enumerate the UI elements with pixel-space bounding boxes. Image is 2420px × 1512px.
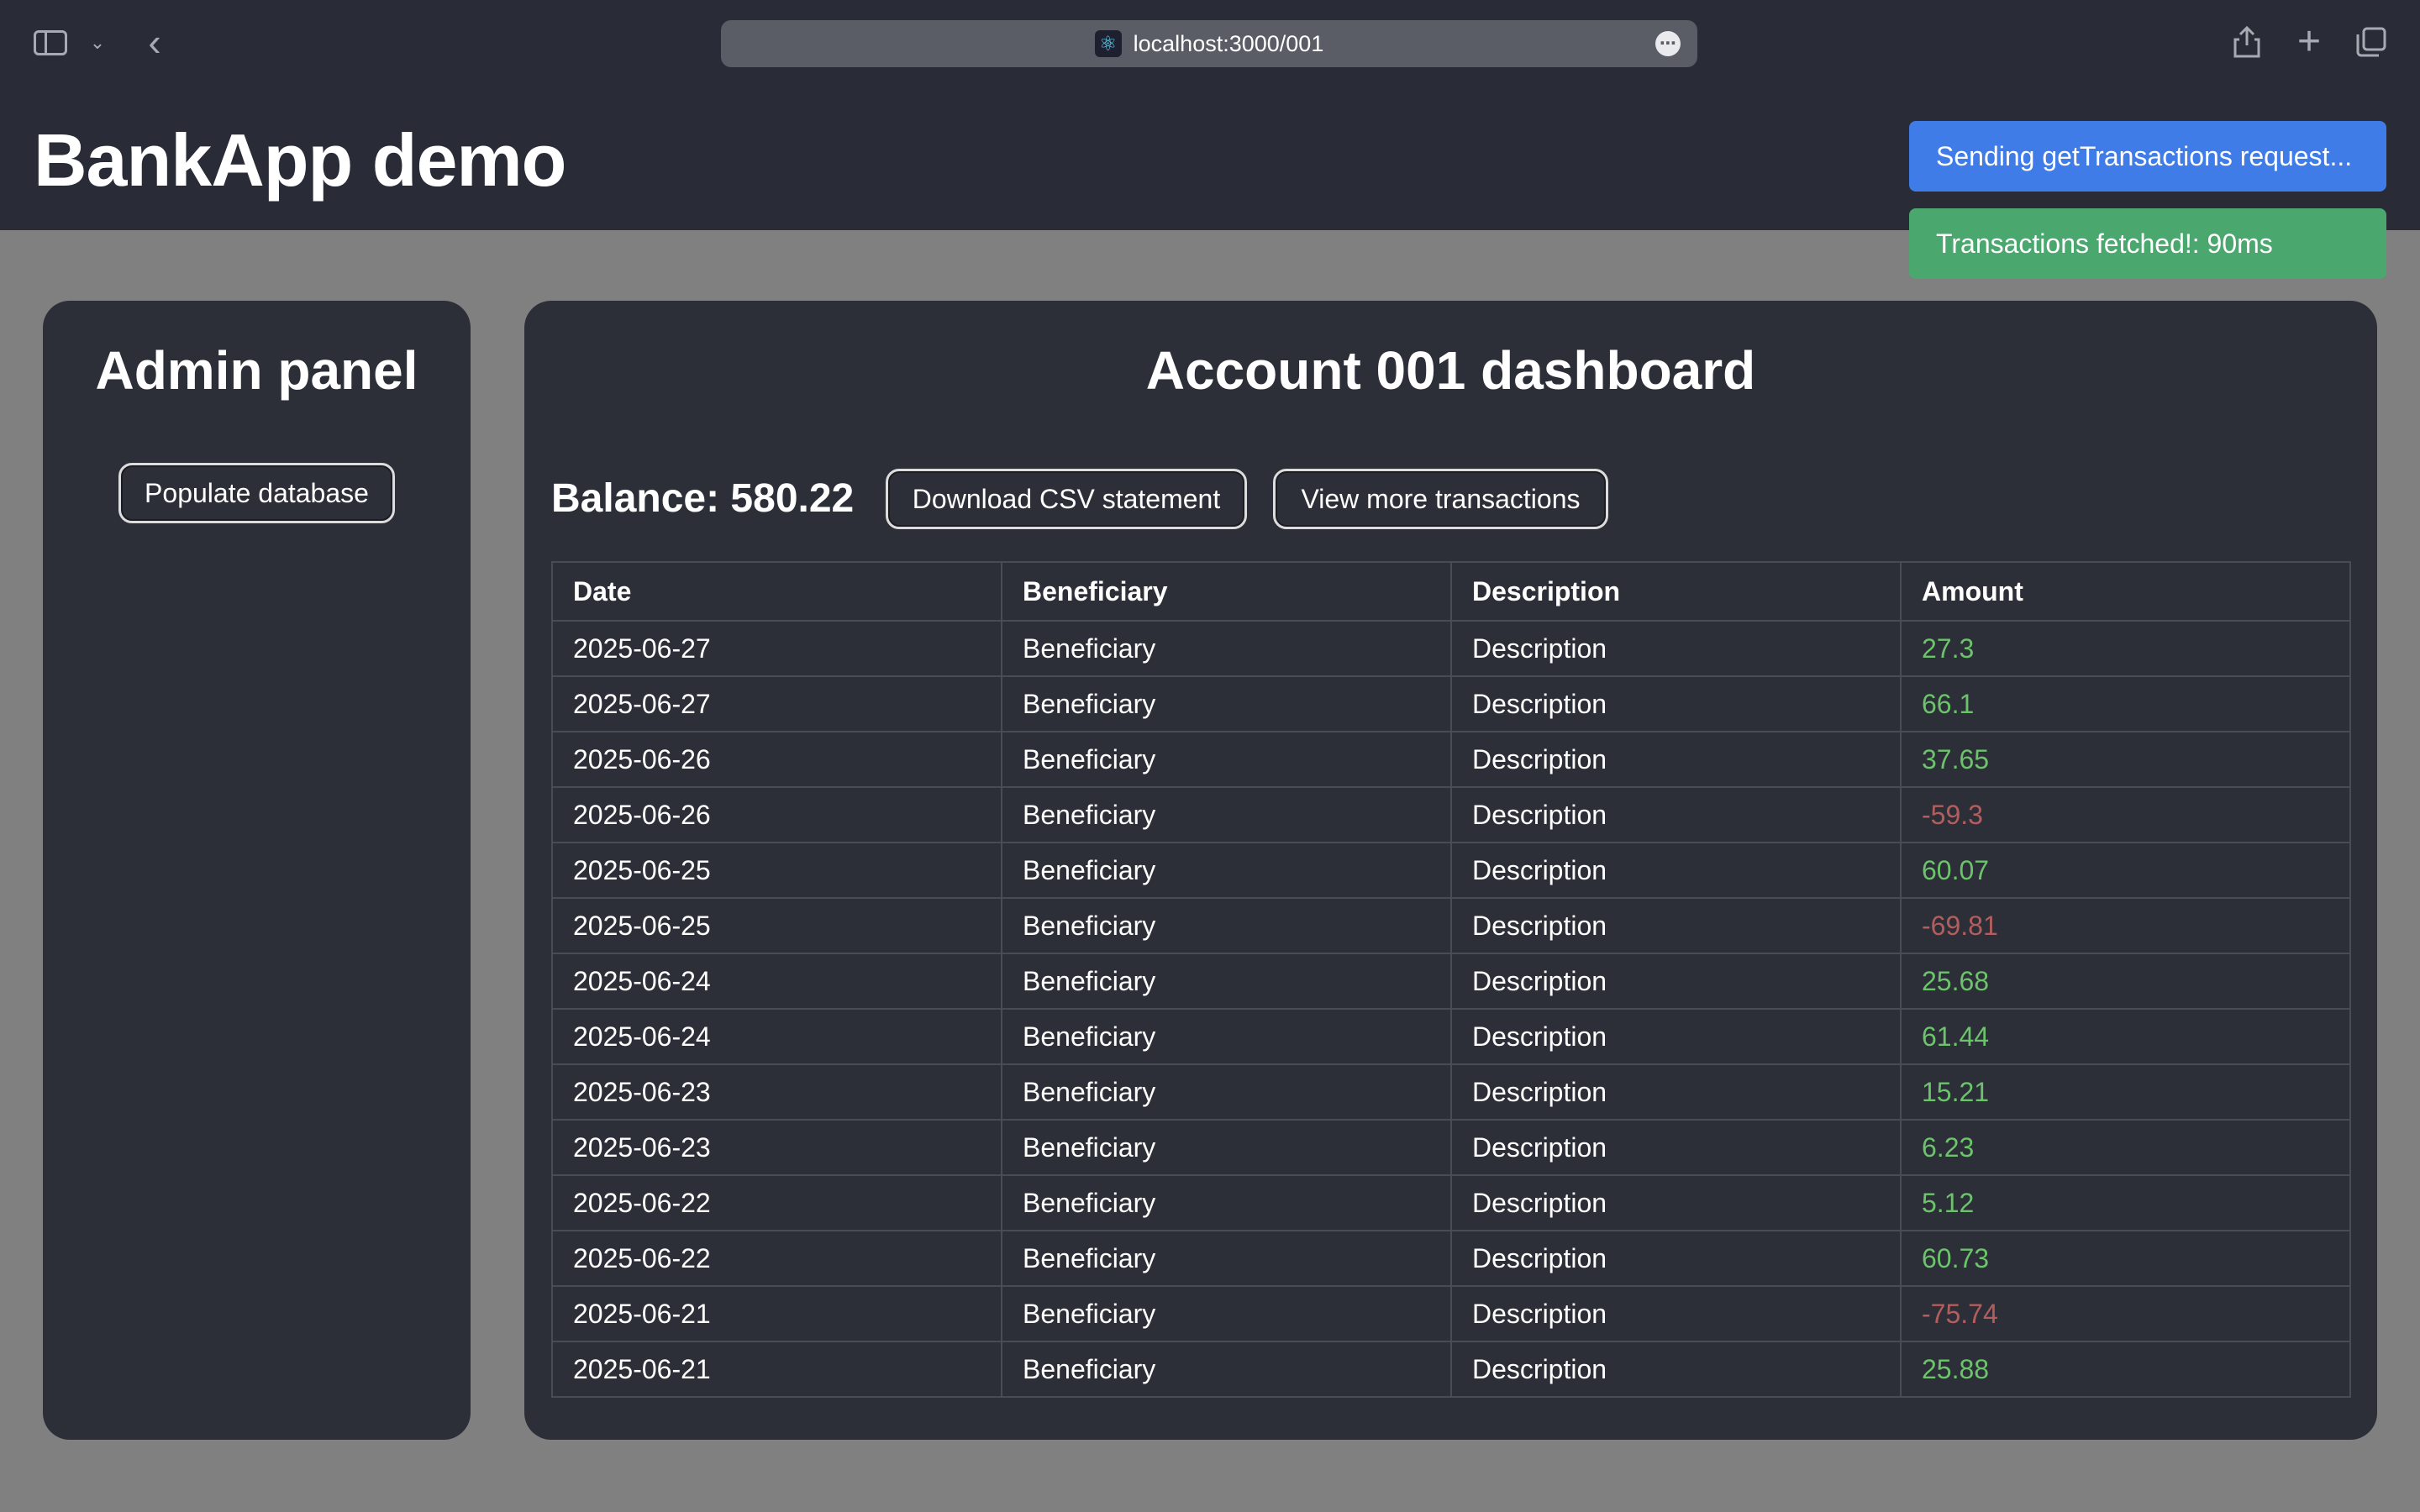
cell-description: Description	[1450, 1230, 1902, 1287]
cell-description: Description	[1450, 1285, 1902, 1342]
browser-toolbar: ⌄ ‹ ⚛ localhost:3000/001 ⋯ +	[0, 0, 2420, 87]
cell-beneficiary: Beneficiary	[1001, 953, 1452, 1010]
cell-beneficiary: Beneficiary	[1001, 620, 1452, 677]
cell-date: 2025-06-23	[551, 1063, 1002, 1121]
cell-amount: 6.23	[1900, 1119, 2351, 1176]
cell-description: Description	[1450, 731, 1902, 788]
cell-date: 2025-06-21	[551, 1341, 1002, 1398]
table-row: 2025-06-21 Beneficiary Description 25.88	[551, 1341, 2351, 1398]
admin-panel-title: Admin panel	[95, 340, 418, 401]
table-row: 2025-06-24 Beneficiary Description 25.68	[551, 953, 2351, 1010]
cell-description: Description	[1450, 953, 1902, 1010]
cell-beneficiary: Beneficiary	[1001, 675, 1452, 732]
cell-date: 2025-06-27	[551, 620, 1002, 677]
table-row: 2025-06-24 Beneficiary Description 61.44	[551, 1008, 2351, 1065]
cell-date: 2025-06-25	[551, 897, 1002, 954]
cell-beneficiary: Beneficiary	[1001, 1341, 1452, 1398]
cell-amount: 25.68	[1900, 953, 2351, 1010]
cell-description: Description	[1450, 1341, 1902, 1398]
app-title: BankApp demo	[34, 118, 566, 202]
cell-date: 2025-06-22	[551, 1230, 1002, 1287]
toast-success[interactable]: Transactions fetched!: 90ms	[1909, 208, 2386, 279]
download-csv-button[interactable]: Download CSV statement	[886, 469, 1247, 529]
cell-amount: -69.81	[1900, 897, 2351, 954]
cell-description: Description	[1450, 786, 1902, 843]
admin-panel: Admin panel Populate database	[43, 301, 471, 1440]
column-header-amount: Amount	[1900, 561, 2351, 622]
table-row: 2025-06-25 Beneficiary Description -69.81	[551, 897, 2351, 954]
cell-beneficiary: Beneficiary	[1001, 786, 1452, 843]
share-icon[interactable]	[2230, 24, 2264, 60]
cell-description: Description	[1450, 1008, 1902, 1065]
column-header-beneficiary: Beneficiary	[1001, 561, 1452, 622]
sidebar-icon[interactable]	[34, 30, 67, 55]
tabs-icon[interactable]	[2353, 25, 2390, 59]
balance-label: Balance: 580.22	[551, 476, 855, 521]
chevron-down-icon[interactable]: ⌄	[87, 30, 108, 55]
cell-date: 2025-06-26	[551, 786, 1002, 843]
cell-beneficiary: Beneficiary	[1001, 842, 1452, 899]
cell-description: Description	[1450, 1119, 1902, 1176]
table-row: 2025-06-26 Beneficiary Description -59.3	[551, 786, 2351, 843]
cell-amount: 60.07	[1900, 842, 2351, 899]
table-header-row: Date Beneficiary Description Amount	[551, 561, 2351, 622]
cell-beneficiary: Beneficiary	[1001, 1174, 1452, 1231]
cell-beneficiary: Beneficiary	[1001, 1285, 1452, 1342]
back-icon[interactable]: ‹	[139, 23, 170, 61]
populate-database-button[interactable]: Populate database	[118, 463, 395, 523]
cell-date: 2025-06-23	[551, 1119, 1002, 1176]
cell-date: 2025-06-24	[551, 1008, 1002, 1065]
cell-amount: 25.88	[1900, 1341, 2351, 1398]
toast-info[interactable]: Sending getTransactions request...	[1909, 121, 2386, 192]
cell-description: Description	[1450, 1063, 1902, 1121]
cell-beneficiary: Beneficiary	[1001, 1008, 1452, 1065]
cell-description: Description	[1450, 1174, 1902, 1231]
cell-date: 2025-06-25	[551, 842, 1002, 899]
cell-description: Description	[1450, 897, 1902, 954]
cell-amount: 66.1	[1900, 675, 2351, 732]
plus-icon[interactable]: +	[2291, 22, 2328, 62]
table-row: 2025-06-26 Beneficiary Description 37.65	[551, 731, 2351, 788]
react-favicon: ⚛	[1094, 30, 1122, 57]
cell-beneficiary: Beneficiary	[1001, 1063, 1452, 1121]
cell-beneficiary: Beneficiary	[1001, 897, 1452, 954]
cell-amount: 37.65	[1900, 731, 2351, 788]
table-row: 2025-06-25 Beneficiary Description 60.07	[551, 842, 2351, 899]
column-header-date: Date	[551, 561, 1002, 622]
cell-beneficiary: Beneficiary	[1001, 1119, 1452, 1176]
cell-date: 2025-06-24	[551, 953, 1002, 1010]
table-row: 2025-06-27 Beneficiary Description 27.3	[551, 620, 2351, 677]
cell-amount: 60.73	[1900, 1230, 2351, 1287]
cell-date: 2025-06-26	[551, 731, 1002, 788]
table-row: 2025-06-22 Beneficiary Description 60.73	[551, 1230, 2351, 1287]
column-header-description: Description	[1450, 561, 1902, 622]
dashboard-panel: Account 001 dashboard Balance: 580.22 Do…	[524, 301, 2377, 1440]
cell-amount: 5.12	[1900, 1174, 2351, 1231]
transactions-body: 2025-06-27 Beneficiary Description 27.3 2025…	[551, 620, 2351, 1398]
cell-amount: 27.3	[1900, 620, 2351, 677]
cell-beneficiary: Beneficiary	[1001, 731, 1452, 788]
table-row: 2025-06-22 Beneficiary Description 5.12	[551, 1174, 2351, 1231]
table-row: 2025-06-21 Beneficiary Description -75.74	[551, 1285, 2351, 1342]
cell-amount: -59.3	[1900, 786, 2351, 843]
dashboard-title: Account 001 dashboard	[1145, 340, 1756, 401]
table-row: 2025-06-23 Beneficiary Description 6.23	[551, 1119, 2351, 1176]
cell-date: 2025-06-21	[551, 1285, 1002, 1342]
address-bar[interactable]: ⚛ localhost:3000/001 ⋯	[721, 20, 1697, 67]
cell-date: 2025-06-22	[551, 1174, 1002, 1231]
cell-amount: 61.44	[1900, 1008, 2351, 1065]
url-text: localhost:3000/001	[1133, 30, 1324, 56]
view-more-transactions-button[interactable]: View more transactions	[1273, 469, 1608, 529]
transactions-table: Date Beneficiary Description Amount 2025…	[551, 561, 2351, 1398]
cell-description: Description	[1450, 842, 1902, 899]
cell-beneficiary: Beneficiary	[1001, 1230, 1452, 1287]
table-row: 2025-06-27 Beneficiary Description 66.1	[551, 675, 2351, 732]
more-icon[interactable]: ⋯	[1655, 31, 1681, 56]
table-row: 2025-06-23 Beneficiary Description 15.21	[551, 1063, 2351, 1121]
cell-description: Description	[1450, 675, 1902, 732]
cell-amount: 15.21	[1900, 1063, 2351, 1121]
cell-amount: -75.74	[1900, 1285, 2351, 1342]
cell-description: Description	[1450, 620, 1902, 677]
cell-date: 2025-06-27	[551, 675, 1002, 732]
